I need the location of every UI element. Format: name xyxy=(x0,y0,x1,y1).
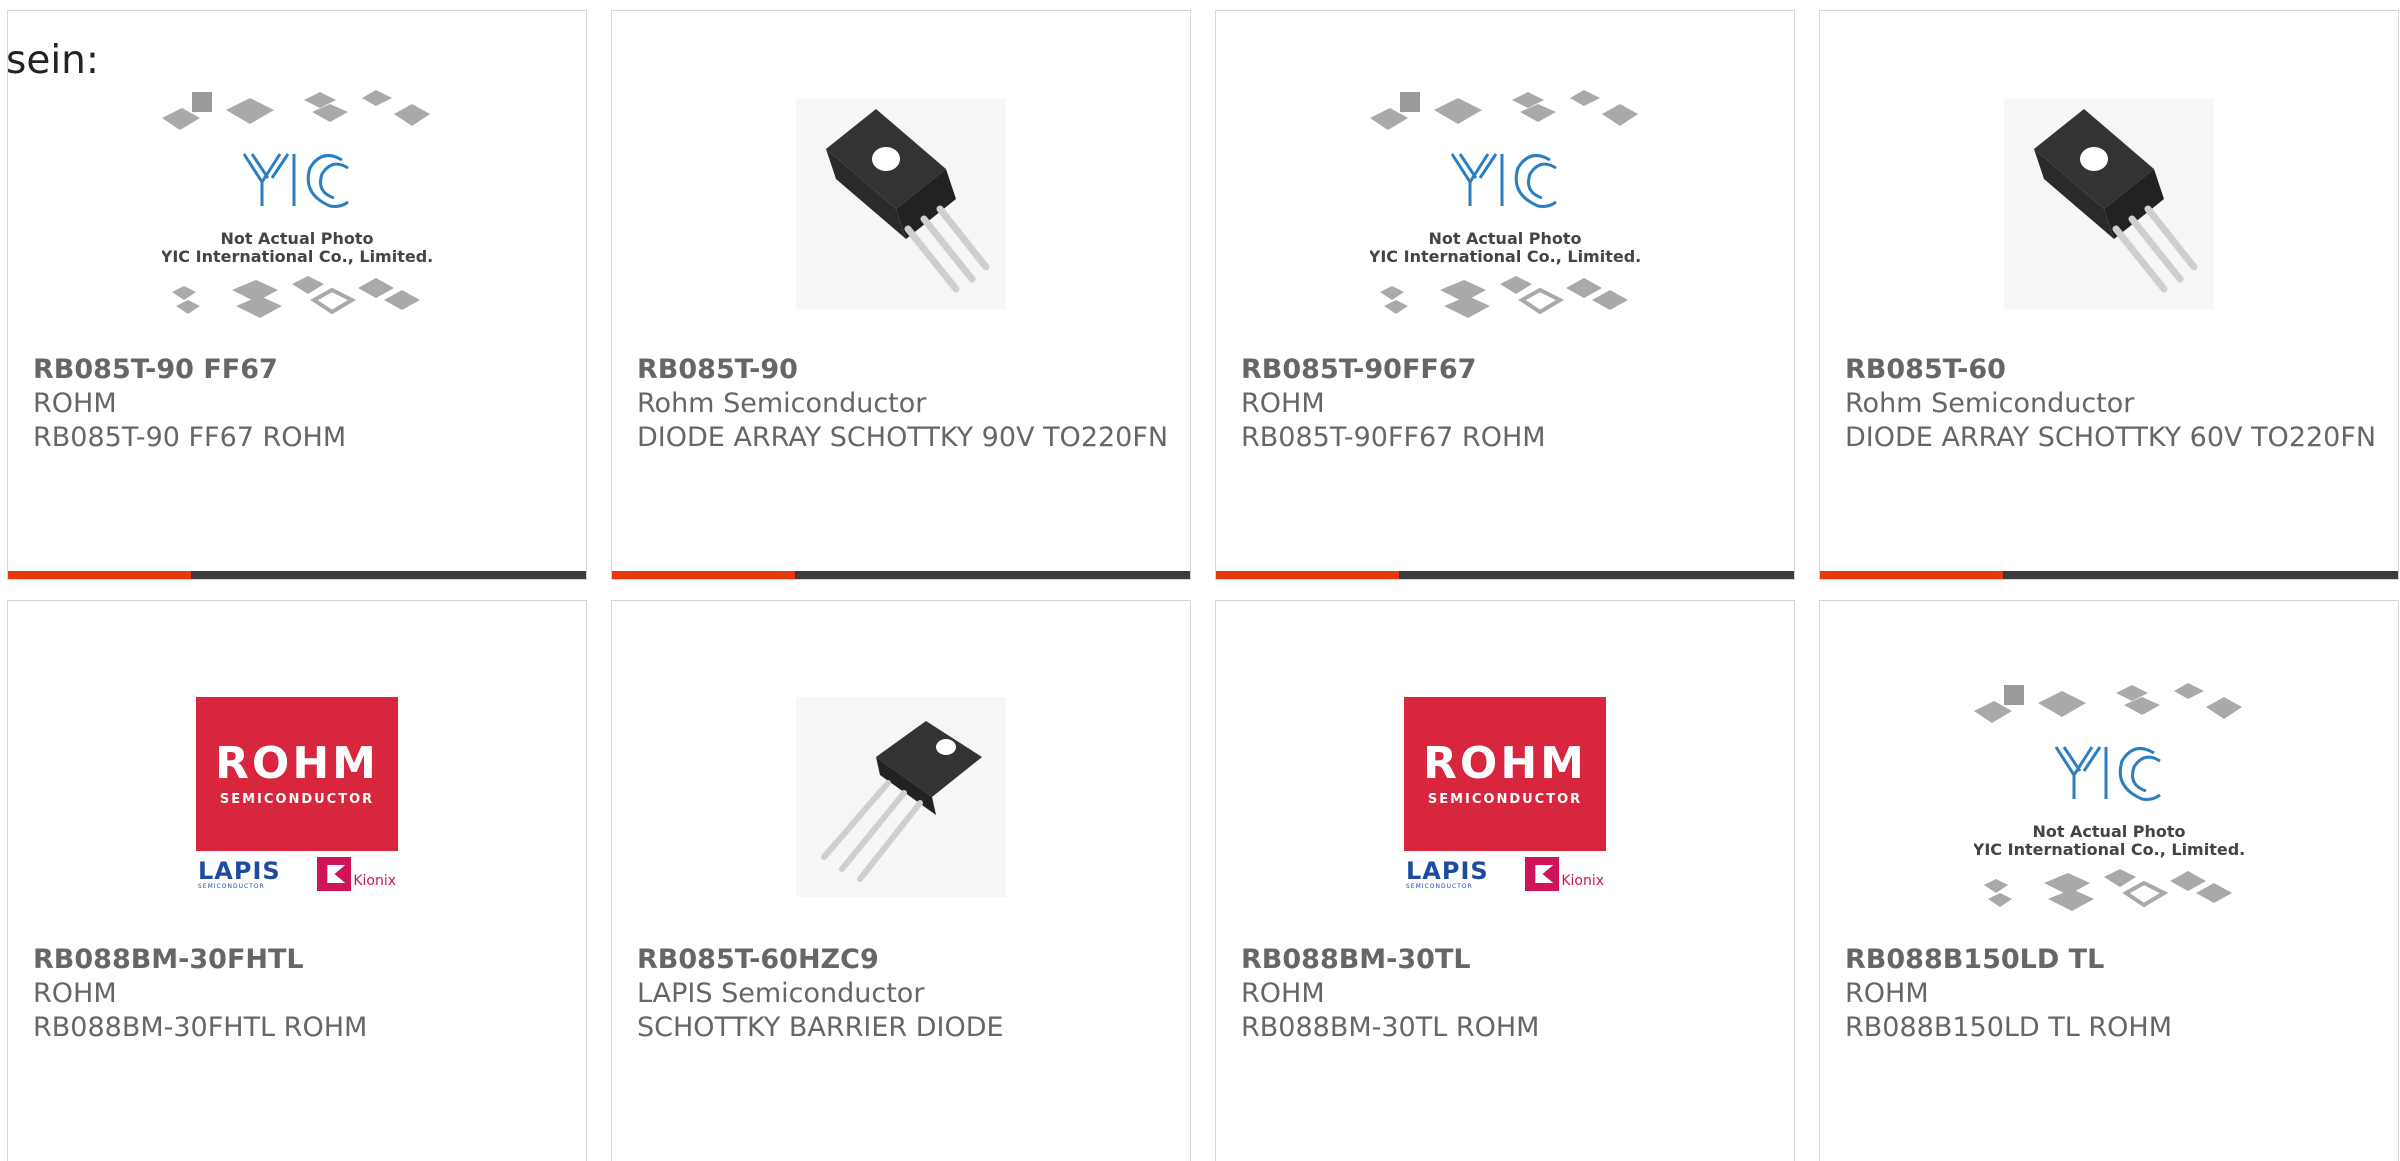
product-card[interactable]: Not Actual Photo YIC International Co., … xyxy=(7,10,587,580)
placeholder-line2: YIC International Co., Limited. xyxy=(1370,247,1640,266)
part-number-link[interactable]: RB085T-60 xyxy=(1845,353,2378,387)
product-card[interactable]: RB085T-90 Rohm Semiconductor DIODE ARRAY… xyxy=(611,10,1191,580)
kionix-logo: Kionix xyxy=(317,857,396,891)
product-info: RB085T-90 FF67 ROHM RB085T-90 FF67 ROHM xyxy=(33,353,566,455)
product-card[interactable]: Not Actual Photo YIC International Co., … xyxy=(1819,600,2399,1161)
rohm-logo-image: ROHM SEMICONDUCTOR LAPIS SEMICONDUCTOR K… xyxy=(1216,661,1794,933)
rohm-subtitle: SEMICONDUCTOR xyxy=(1427,791,1583,807)
placeholder-line1: Not Actual Photo xyxy=(2032,822,2185,841)
part-number-link[interactable]: RB085T-90 FF67 xyxy=(33,353,566,387)
part-number-link[interactable]: RB085T-90 xyxy=(637,353,1170,387)
product-card[interactable]: RB085T-60 Rohm Semiconductor DIODE ARRAY… xyxy=(1819,10,2399,580)
manufacturer: ROHM xyxy=(1241,978,1325,1009)
rohm-logo: ROHM SEMICONDUCTOR LAPIS SEMICONDUCTOR K… xyxy=(196,697,398,897)
product-info: RB085T-60 Rohm Semiconductor DIODE ARRAY… xyxy=(1845,353,2378,455)
kionix-icon xyxy=(317,857,352,891)
kionix-logo: Kionix xyxy=(1525,857,1604,891)
placeholder-line2: YIC International Co., Limited. xyxy=(1974,840,2244,859)
product-description: RB088B150LD TL ROHM xyxy=(1845,1012,2173,1043)
card-footer-bar xyxy=(612,571,1190,579)
manufacturer: Rohm Semiconductor xyxy=(637,388,927,419)
part-number-link[interactable]: RB088B150LD TL xyxy=(1845,943,2378,977)
product-info: RB085T-90 Rohm Semiconductor DIODE ARRAY… xyxy=(637,353,1170,455)
manufacturer: Rohm Semiconductor xyxy=(1845,388,2135,419)
lapis-word: LAPIS xyxy=(1406,856,1489,885)
kionix-icon xyxy=(1525,857,1560,891)
product-grid-page: sein: Not Actual Photo YIC International… xyxy=(0,0,2400,1161)
manufacturer: ROHM xyxy=(33,978,117,1009)
rohm-logo: ROHM SEMICONDUCTOR LAPIS SEMICONDUCTOR K… xyxy=(1404,697,1606,897)
lapis-word: LAPIS xyxy=(198,856,281,885)
intro-text: sein: xyxy=(6,38,100,83)
product-description: DIODE ARRAY SCHOTTKY 90V TO220FN xyxy=(637,422,1169,453)
product-description: SCHOTTKY BARRIER DIODE xyxy=(637,1012,1004,1043)
product-card[interactable]: Not Actual Photo YIC International Co., … xyxy=(1215,10,1795,580)
manufacturer: ROHM xyxy=(1241,388,1325,419)
manufacturer: ROHM xyxy=(1845,978,1929,1009)
product-info: RB085T-60HZC9 LAPIS Semiconductor SCHOTT… xyxy=(637,943,1170,1045)
placeholder-photo-image: Not Actual Photo YIC International Co., … xyxy=(1216,61,1794,346)
kionix-word: Kionix xyxy=(1561,873,1604,889)
lapis-logo: LAPIS SEMICONDUCTOR xyxy=(198,859,281,890)
yic-placeholder-graphic: Not Actual Photo YIC International Co., … xyxy=(1370,89,1640,318)
product-card[interactable]: RB085T-60HZC9 LAPIS Semiconductor SCHOTT… xyxy=(611,600,1191,1161)
product-description: DIODE ARRAY SCHOTTKY 60V TO220FN xyxy=(1845,422,2377,453)
rohm-brand: ROHM xyxy=(1423,737,1587,789)
yic-placeholder-graphic: Not Actual Photo YIC International Co., … xyxy=(1974,683,2244,911)
lapis-sub: SEMICONDUCTOR xyxy=(198,882,265,890)
part-number-link[interactable]: RB085T-90FF67 xyxy=(1241,353,1774,387)
product-info: RB088B150LD TL ROHM RB088B150LD TL ROHM xyxy=(1845,943,2378,1045)
rohm-brand: ROHM xyxy=(215,737,379,789)
product-description: RB088BM-30FHTL ROHM xyxy=(33,1012,368,1043)
card-footer-bar xyxy=(1216,571,1794,579)
accent-bar xyxy=(612,571,795,579)
product-card[interactable]: ROHM SEMICONDUCTOR LAPIS SEMICONDUCTOR K… xyxy=(7,600,587,1161)
placeholder-photo-image: Not Actual Photo YIC International Co., … xyxy=(1820,661,2398,933)
placeholder-line1: Not Actual Photo xyxy=(220,229,373,248)
product-description: RB085T-90FF67 ROHM xyxy=(1241,422,1546,453)
accent-bar xyxy=(1820,571,2003,579)
placeholder-photo-image: Not Actual Photo YIC International Co., … xyxy=(8,61,586,346)
lapis-logo: LAPIS SEMICONDUCTOR xyxy=(1406,859,1489,890)
accent-bar xyxy=(8,571,191,579)
product-info: RB088BM-30FHTL ROHM RB088BM-30FHTL ROHM xyxy=(33,943,566,1045)
placeholder-line1: Not Actual Photo xyxy=(1428,229,1581,248)
card-footer-bar xyxy=(1820,571,2398,579)
to220-package-image xyxy=(612,661,1190,933)
to220-package-icon xyxy=(796,697,1006,897)
product-info: RB085T-90FF67 ROHM RB085T-90FF67 ROHM xyxy=(1241,353,1774,455)
to220-package-icon xyxy=(796,98,1006,309)
yic-placeholder-graphic: Not Actual Photo YIC International Co., … xyxy=(162,89,432,318)
placeholder-line2: YIC International Co., Limited. xyxy=(162,247,432,266)
lapis-sub: SEMICONDUCTOR xyxy=(1406,882,1473,890)
to220-package-image xyxy=(612,61,1190,346)
card-footer-bar xyxy=(8,571,586,579)
part-number-link[interactable]: RB088BM-30FHTL xyxy=(33,943,566,977)
product-description: RB085T-90 FF67 ROHM xyxy=(33,422,347,453)
manufacturer: LAPIS Semiconductor xyxy=(637,978,925,1009)
manufacturer: ROHM xyxy=(33,388,117,419)
part-number-link[interactable]: RB085T-60HZC9 xyxy=(637,943,1170,977)
to220-package-icon xyxy=(2004,98,2214,309)
rohm-logo-image: ROHM SEMICONDUCTOR LAPIS SEMICONDUCTOR K… xyxy=(8,661,586,933)
kionix-word: Kionix xyxy=(353,873,396,889)
product-description: RB088BM-30TL ROHM xyxy=(1241,1012,1540,1043)
accent-bar xyxy=(1216,571,1399,579)
product-info: RB088BM-30TL ROHM RB088BM-30TL ROHM xyxy=(1241,943,1774,1045)
part-number-link[interactable]: RB088BM-30TL xyxy=(1241,943,1774,977)
rohm-subtitle: SEMICONDUCTOR xyxy=(219,791,375,807)
product-card[interactable]: ROHM SEMICONDUCTOR LAPIS SEMICONDUCTOR K… xyxy=(1215,600,1795,1161)
to220-package-image xyxy=(1820,61,2398,346)
